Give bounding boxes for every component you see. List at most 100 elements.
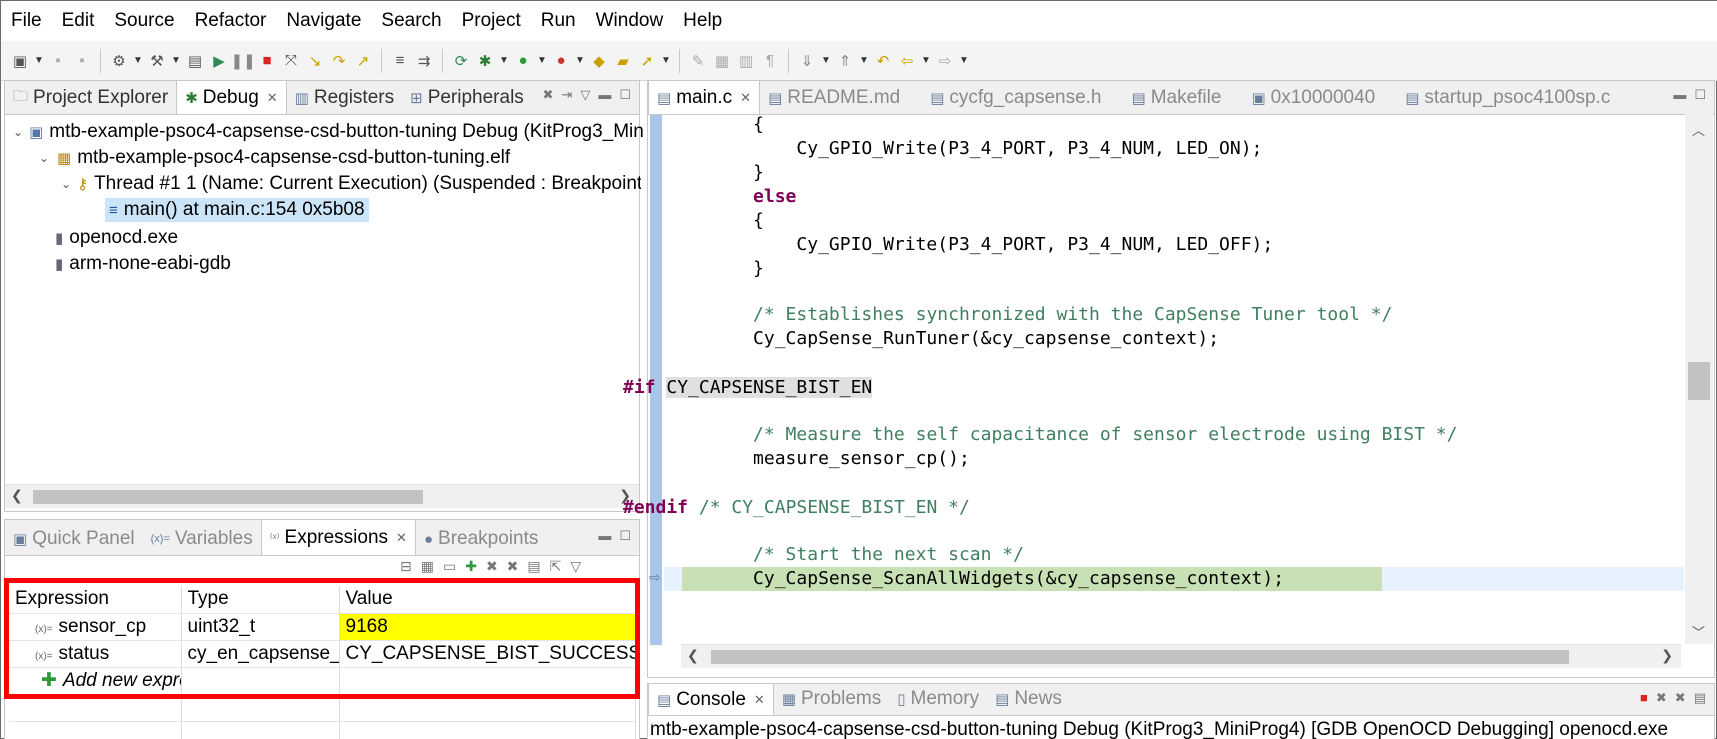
tab-breakpoints[interactable]: ● Breakpoints xyxy=(416,523,546,555)
terminate-icon[interactable]: ■ xyxy=(1640,690,1648,706)
code-line[interactable]: Cy_CapSense_RunTuner(&cy_capsense_contex… xyxy=(623,328,1219,350)
column-header-type[interactable]: Type xyxy=(181,586,340,614)
open-type-icon[interactable]: ◆ xyxy=(588,50,610,72)
code-line[interactable]: #endif /* CY_CAPSENSE_BIST_EN */ xyxy=(623,497,970,519)
remove-launches-icon[interactable]: ✖ xyxy=(543,87,554,103)
save-icon[interactable]: ▪ xyxy=(47,50,69,72)
tree-stack-frame[interactable]: ≡ main() at main.c:154 0x5b08 xyxy=(105,197,369,223)
menu-project[interactable]: Project xyxy=(452,10,531,32)
tab-makefile[interactable]: ▤ Makefile xyxy=(1124,82,1230,114)
scroll-left-icon[interactable]: ❮ xyxy=(687,647,699,664)
tab-console[interactable]: ▤ Console ✕ xyxy=(648,683,774,715)
menu-search[interactable]: Search xyxy=(371,10,451,32)
next-annotation-icon[interactable]: ⇓ xyxy=(796,50,818,72)
code-line[interactable]: { xyxy=(623,210,764,232)
scroll-thumb[interactable] xyxy=(33,490,423,504)
tab-memory[interactable]: ▯ Memory xyxy=(889,683,987,715)
scroll-up-icon[interactable]: ︿ xyxy=(1692,120,1705,139)
clear-console-icon[interactable]: ▤ xyxy=(1694,690,1706,706)
tab-startup[interactable]: ▤ startup_psoc4100sp.c xyxy=(1397,82,1618,114)
resume-icon[interactable]: ▶ xyxy=(208,50,230,72)
add-expression-icon[interactable]: ✚ xyxy=(465,558,477,575)
show-type-icon[interactable]: ▦ xyxy=(421,558,434,575)
add-new-expression-cell[interactable]: ✚Add new expression xyxy=(9,667,182,695)
menu-window[interactable]: Window xyxy=(586,10,674,32)
prev-annotation-dropdown-icon[interactable]: ▼ xyxy=(858,50,870,72)
scroll-thumb[interactable] xyxy=(1688,362,1710,400)
disconnect-icon[interactable]: ⤧ xyxy=(280,50,302,72)
launch-dropdown-icon[interactable]: ▼ xyxy=(660,50,672,72)
remove-all-icon[interactable]: ✖ xyxy=(507,558,519,575)
remove-launch-icon[interactable]: ✖ xyxy=(1656,690,1667,706)
code-line[interactable]: } xyxy=(623,258,764,280)
view-menu-icon[interactable]: ▽ xyxy=(570,558,581,575)
code-line[interactable]: Cy_CapSense_ScanAllWidgets(&cy_capsense_… xyxy=(623,568,1284,590)
menu-help[interactable]: Help xyxy=(673,10,732,32)
step-over-icon[interactable]: ↷ xyxy=(328,50,350,72)
menu-file[interactable]: File xyxy=(1,10,52,32)
tab-expressions[interactable]: ⁽ˣ⁾ Expressions ✕ xyxy=(260,519,416,555)
tab-problems[interactable]: ▦ Problems xyxy=(774,683,889,715)
build-settings-dropdown-icon[interactable]: ▼ xyxy=(132,50,144,72)
external-tools-dropdown-icon[interactable]: ▼ xyxy=(574,50,586,72)
suspend-icon[interactable]: ❚❚ xyxy=(230,50,255,72)
tab-quick-panel[interactable]: ▣ Quick Panel xyxy=(5,523,143,555)
tab-peripherals[interactable]: ⊞ Peripherals xyxy=(402,82,532,114)
drop-to-frame-icon[interactable]: ⇉ xyxy=(413,50,435,72)
code-line[interactable]: Cy_GPIO_Write(P3_4_PORT, P3_4_NUM, LED_O… xyxy=(623,138,1262,160)
code-line[interactable]: } xyxy=(623,162,764,184)
code-line[interactable]: /* Measure the self capacitance of senso… xyxy=(623,424,1457,446)
maximize-icon[interactable]: ☐ xyxy=(619,528,631,544)
tab-news[interactable]: ▤ News xyxy=(987,683,1070,715)
table-row[interactable]: (x)= sensor_cp uint32_t 9168 xyxy=(9,613,636,641)
step-into-icon[interactable]: ↘ xyxy=(304,50,326,72)
expression-value-cell[interactable]: CY_CAPSENSE_BIST_SUCCESS_E xyxy=(339,640,636,668)
chevron-down-icon[interactable]: ⌄ xyxy=(37,151,51,165)
external-tools-icon[interactable]: ● xyxy=(550,50,572,72)
collapse-all-icon[interactable]: ⊟ xyxy=(400,558,412,575)
close-icon[interactable]: ✕ xyxy=(267,90,278,106)
run-dropdown-icon[interactable]: ▼ xyxy=(536,50,548,72)
tab-debug[interactable]: ✱ Debug ✕ xyxy=(176,80,287,114)
menu-run[interactable]: Run xyxy=(531,10,586,32)
new-dropdown-icon[interactable]: ▼ xyxy=(33,50,45,72)
expression-value-cell[interactable]: 9168 xyxy=(339,613,636,641)
last-edit-icon[interactable]: ↶ xyxy=(872,50,894,72)
scroll-thumb[interactable] xyxy=(711,650,1569,664)
edit-icon[interactable]: ✎ xyxy=(687,50,709,72)
refresh-expressions-icon[interactable]: ⇱ xyxy=(550,558,562,575)
new-icon[interactable]: ▣ xyxy=(9,50,31,72)
back-icon[interactable]: ⇦ xyxy=(896,50,918,72)
step-filters-icon[interactable]: ⇥ xyxy=(561,87,572,103)
minimize-icon[interactable]: ▬ xyxy=(598,528,611,544)
menu-navigate[interactable]: Navigate xyxy=(276,10,371,32)
prev-annotation-icon[interactable]: ⇑ xyxy=(834,50,856,72)
open-folder-icon[interactable]: ▰ xyxy=(612,50,634,72)
minimize-icon[interactable]: ▬ xyxy=(598,87,611,103)
editor-hscrollbar[interactable]: ❮ ❯ xyxy=(681,644,1681,668)
launch-icon[interactable]: ➚ xyxy=(636,50,658,72)
close-icon[interactable]: ✕ xyxy=(740,90,751,106)
instruction-step-icon[interactable]: ≡ xyxy=(389,50,411,72)
step-return-icon[interactable]: ↗ xyxy=(352,50,374,72)
new-watch-icon[interactable]: ▤ xyxy=(527,558,540,575)
tab-address[interactable]: ▣ 0x10000040 xyxy=(1243,82,1383,114)
remove-all-terminated-icon[interactable]: ✖ xyxy=(1675,690,1686,706)
debug-view-hscrollbar[interactable]: ❮ ❯ xyxy=(5,484,639,508)
hammer-icon[interactable]: ⚒ xyxy=(146,50,168,72)
terminate-icon[interactable]: ■ xyxy=(256,50,278,72)
back-dropdown-icon[interactable]: ▼ xyxy=(920,50,932,72)
code-line[interactable]: /* Establishes synchronized with the Cap… xyxy=(623,304,1392,326)
scroll-right-icon[interactable]: ❯ xyxy=(1661,647,1673,664)
tree-gdb[interactable]: ▮ arm-none-eabi-gdb xyxy=(55,251,231,277)
forward-icon[interactable]: ⇨ xyxy=(934,50,956,72)
view-menu-icon[interactable]: ▽ xyxy=(580,87,590,103)
forward-dropdown-icon[interactable]: ▼ xyxy=(958,50,970,72)
code-line[interactable]: measure_sensor_cp(); xyxy=(623,448,970,470)
close-icon[interactable]: ✕ xyxy=(396,530,407,546)
expression-name-cell[interactable]: (x)= status xyxy=(9,640,182,668)
code-line[interactable]: else xyxy=(623,186,796,208)
layout-icon[interactable]: ▭ xyxy=(443,558,456,575)
maximize-icon[interactable]: ☐ xyxy=(619,87,631,103)
tree-thread[interactable]: ⌄ ⚷ Thread #1 1 (Name: Current Execution… xyxy=(61,171,641,197)
